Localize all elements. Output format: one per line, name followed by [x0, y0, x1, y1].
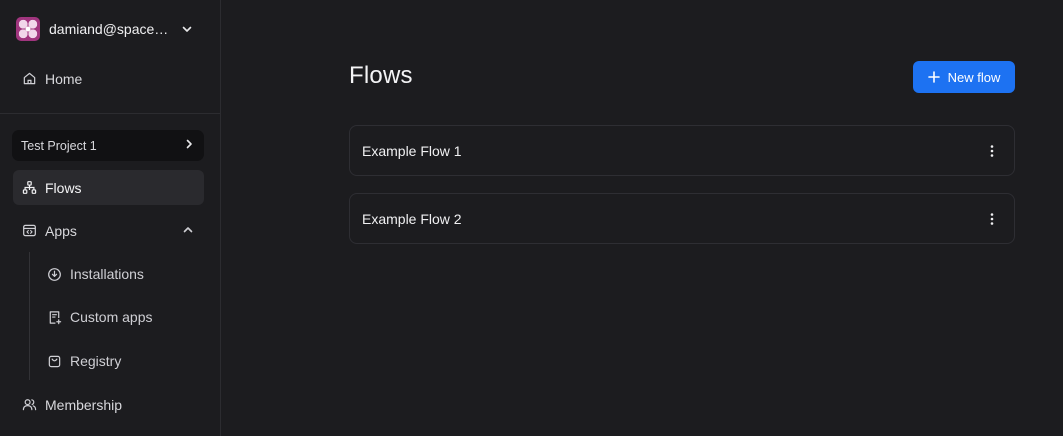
sidebar-item-home[interactable]: Home: [13, 61, 204, 96]
flows-icon: [21, 180, 37, 196]
sidebar-item-label: Flows: [45, 179, 82, 196]
flow-card[interactable]: Example Flow 1: [349, 125, 1015, 176]
sidebar-item-label: Registry: [70, 353, 122, 369]
home-icon: [21, 71, 37, 87]
sidebar-item-flows[interactable]: Flows: [13, 170, 204, 205]
sidebar-item-custom-apps[interactable]: Custom apps: [40, 300, 204, 334]
sidebar-item-installations[interactable]: Installations: [40, 257, 204, 291]
flow-name: Example Flow 2: [362, 210, 462, 227]
apps-icon: [21, 223, 37, 239]
app-root: damiand@spaceli... Home Test Project 1 F…: [0, 0, 1063, 436]
file-plus-icon: [46, 309, 62, 325]
flow-name: Example Flow 1: [362, 142, 462, 159]
page-title: Flows: [349, 62, 413, 89]
account-switcher[interactable]: damiand@spaceli...: [16, 16, 206, 42]
users-icon: [21, 397, 37, 413]
sidebar-item-membership[interactable]: Membership: [13, 387, 204, 422]
download-circle-icon: [46, 266, 62, 282]
avatar: [16, 17, 40, 41]
more-vertical-icon[interactable]: [982, 209, 1002, 229]
submenu-guide-line: [29, 252, 30, 380]
chevron-up-icon: [182, 223, 194, 239]
new-flow-button[interactable]: New flow: [913, 61, 1015, 93]
chevron-down-icon: [181, 23, 193, 35]
sidebar-item-label: Custom apps: [70, 309, 153, 325]
sidebar-item-apps[interactable]: Apps: [13, 213, 204, 248]
sidebar: damiand@spaceli... Home Test Project 1 F…: [0, 0, 221, 436]
sidebar-divider: [0, 113, 220, 114]
main-content: Flows New flow Example Flow 1 Example Fl…: [221, 0, 1063, 436]
sidebar-item-label: Installations: [70, 266, 144, 282]
more-vertical-icon[interactable]: [982, 141, 1002, 161]
account-name: damiand@spaceli...: [49, 21, 171, 37]
sidebar-item-label: Apps: [45, 222, 77, 239]
new-flow-label: New flow: [947, 69, 1001, 85]
plus-icon: [927, 71, 940, 83]
sidebar-item-label: Membership: [45, 396, 123, 413]
shopping-bag-icon: [46, 353, 62, 369]
project-name: Test Project 1: [21, 138, 97, 153]
sidebar-item-label: Home: [45, 70, 83, 87]
flow-card[interactable]: Example Flow 2: [349, 193, 1015, 244]
chevron-right-icon: [183, 138, 195, 153]
project-selector[interactable]: Test Project 1: [12, 130, 204, 161]
sidebar-item-registry[interactable]: Registry: [40, 344, 204, 378]
